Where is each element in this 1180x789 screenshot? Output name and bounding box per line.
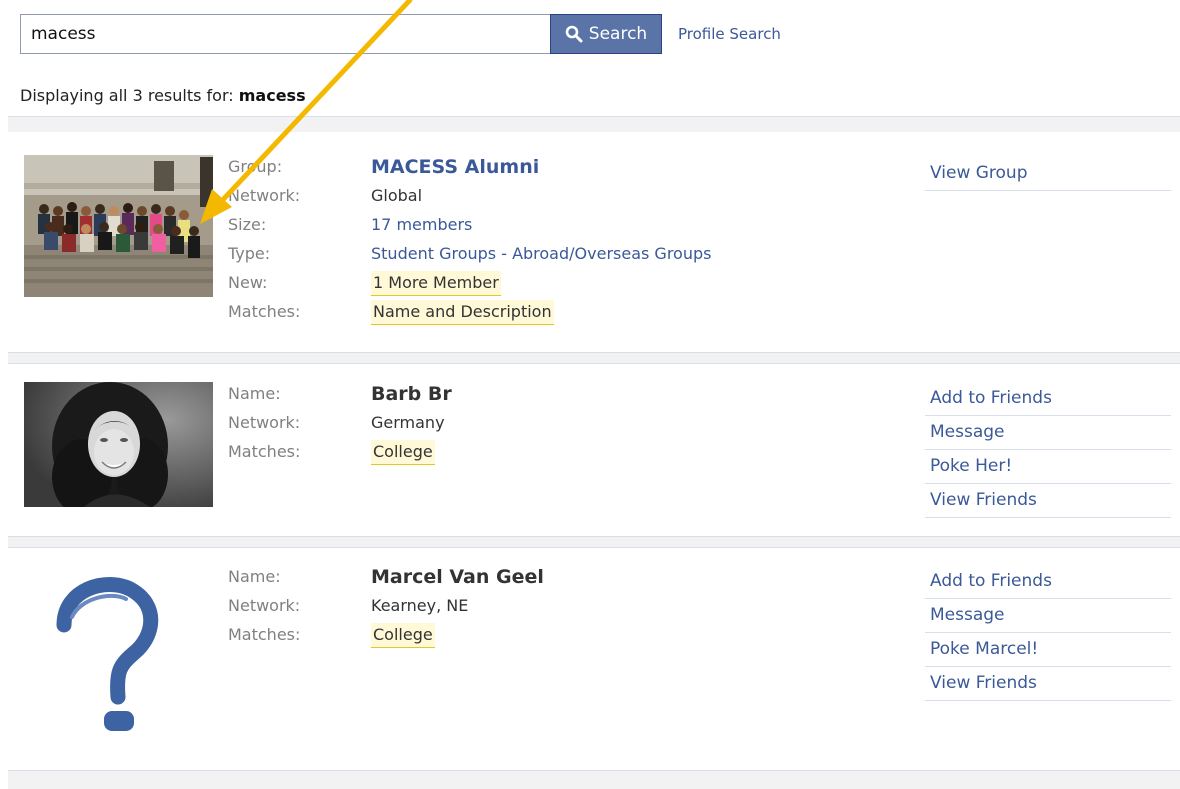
name-label: Name:	[228, 384, 281, 403]
network-label: Network:	[228, 186, 301, 205]
group-actions: View Group	[925, 157, 1171, 191]
search-bar: Search Profile Search	[20, 14, 781, 54]
view-friends-link[interactable]: View Friends	[925, 484, 1171, 518]
person-name-row: Name: Barb Br	[228, 382, 868, 411]
group-new-value: 1 More Member	[371, 271, 501, 296]
group-matches-row: Matches: Name and Description	[228, 300, 868, 329]
poke-link[interactable]: Poke Her!	[925, 450, 1171, 484]
profile-photo-image	[24, 382, 213, 507]
group-name-link[interactable]: MACESS Alumni	[371, 155, 539, 179]
person-network-value: Kearney, NE	[371, 596, 469, 615]
network-label: Network:	[228, 596, 301, 615]
message-link[interactable]: Message	[925, 599, 1171, 633]
profile-search-link[interactable]: Profile Search	[678, 25, 781, 43]
person-name-row: Name: Marcel Van Geel	[228, 565, 868, 594]
magnifier-icon	[565, 25, 583, 43]
person-matches-value: College	[371, 440, 435, 465]
message-link[interactable]: Message	[925, 416, 1171, 450]
person-network-row: Network: Germany	[228, 411, 868, 440]
result-divider	[8, 536, 1180, 548]
result-divider	[8, 352, 1180, 364]
group-type-row: Type: Student Groups - Abroad/Overseas G…	[228, 242, 868, 271]
group-type-link[interactable]: Student Groups - Abroad/Overseas Groups	[371, 242, 711, 266]
group-photo-image	[24, 155, 213, 297]
group-matches-value: Name and Description	[371, 300, 554, 325]
type-label: Type:	[228, 244, 271, 263]
matches-label: Matches:	[228, 302, 301, 321]
poke-link[interactable]: Poke Marcel!	[925, 633, 1171, 667]
result-summary: Displaying all 3 results for: macess	[20, 86, 306, 105]
group-info: Group: MACESS Alumni Network: Global Siz…	[228, 155, 868, 329]
person-actions: Add to Friends Message Poke Marcel! View…	[925, 565, 1171, 701]
question-mark-icon[interactable]	[24, 565, 213, 745]
group-name-row: Group: MACESS Alumni	[228, 155, 868, 184]
person-network-value: Germany	[371, 413, 445, 432]
person-info: Name: Marcel Van Geel Network: Kearney, …	[228, 565, 868, 652]
group-photo[interactable]	[24, 155, 213, 297]
add-to-friends-link[interactable]: Add to Friends	[925, 565, 1171, 599]
result-summary-term: macess	[238, 86, 306, 105]
network-label: Network:	[228, 413, 301, 432]
profile-photo[interactable]	[24, 382, 213, 507]
person-name-link[interactable]: Marcel Van Geel	[371, 565, 544, 589]
name-label: Name:	[228, 567, 281, 586]
group-members-link[interactable]: 17 members	[371, 213, 472, 237]
matches-label: Matches:	[228, 442, 301, 461]
results-bottom-divider	[8, 770, 1180, 789]
view-friends-link[interactable]: View Friends	[925, 667, 1171, 701]
view-group-link[interactable]: View Group	[925, 157, 1171, 191]
person-matches-value: College	[371, 623, 435, 648]
group-new-row: New: 1 More Member	[228, 271, 868, 300]
search-input[interactable]	[20, 14, 550, 54]
matches-label: Matches:	[228, 625, 301, 644]
group-network-value: Global	[371, 186, 423, 205]
add-to-friends-link[interactable]: Add to Friends	[925, 382, 1171, 416]
person-info: Name: Barb Br Network: Germany Matches: …	[228, 382, 868, 469]
person-network-row: Network: Kearney, NE	[228, 594, 868, 623]
results-top-divider	[8, 116, 1180, 132]
result-summary-prefix: Displaying all 3 results for:	[20, 86, 234, 105]
person-actions: Add to Friends Message Poke Her! View Fr…	[925, 382, 1171, 518]
group-label: Group:	[228, 157, 283, 176]
group-size-row: Size: 17 members	[228, 213, 868, 242]
search-button-label: Search	[588, 24, 648, 44]
size-label: Size:	[228, 215, 267, 234]
new-label: New:	[228, 273, 268, 292]
group-network-row: Network: Global	[228, 184, 868, 213]
person-matches-row: Matches: College	[228, 623, 868, 652]
person-matches-row: Matches: College	[228, 440, 868, 469]
search-button[interactable]: Search	[550, 14, 662, 54]
person-name-link[interactable]: Barb Br	[371, 382, 452, 406]
